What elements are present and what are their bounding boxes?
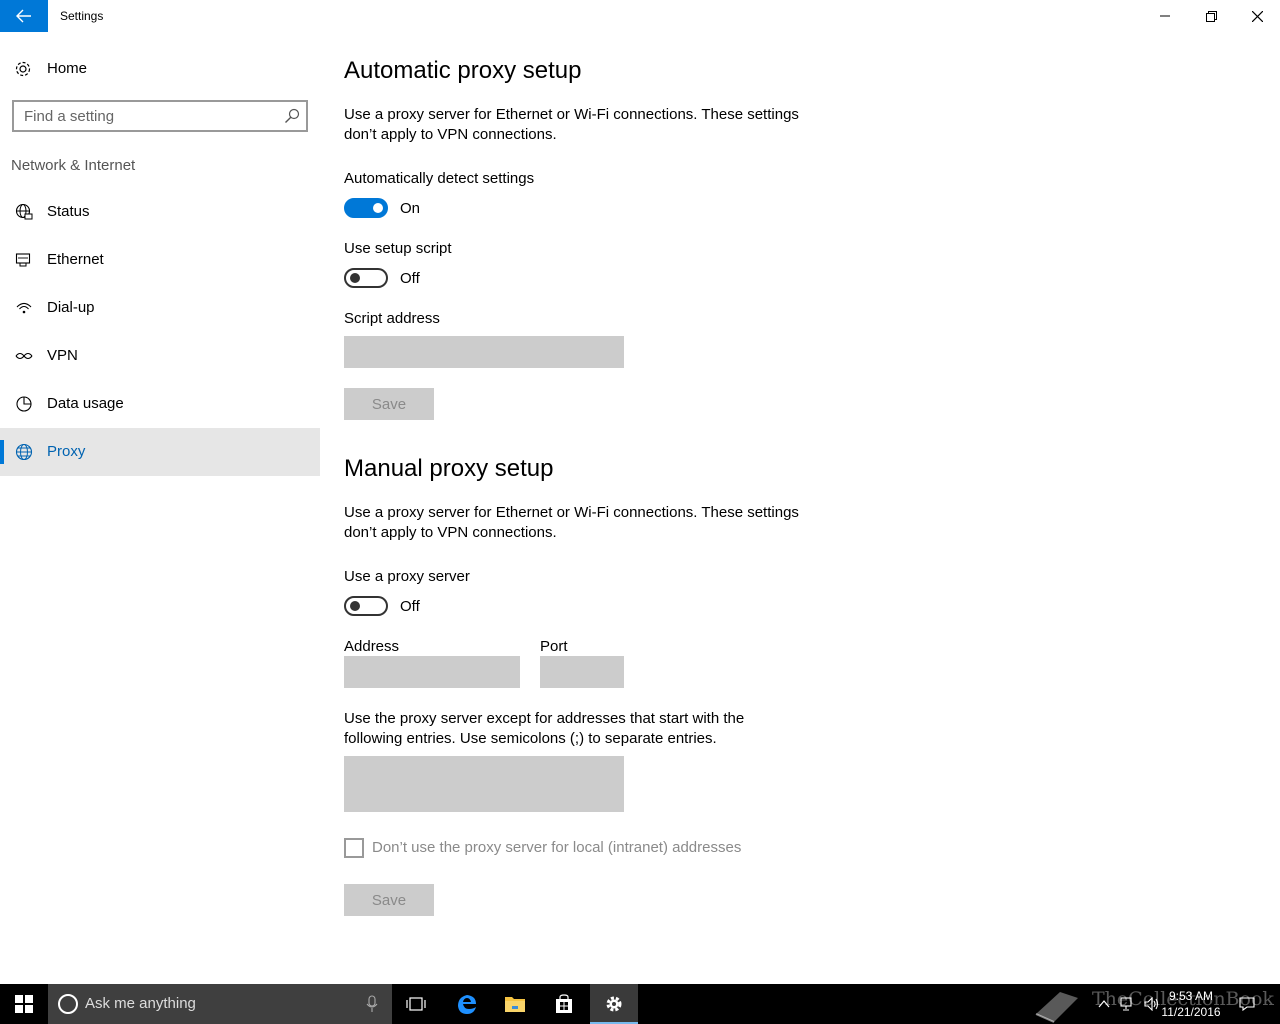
edge-taskbar-button[interactable] — [443, 984, 491, 1024]
close-icon — [1251, 10, 1263, 22]
exceptions-field[interactable] — [344, 756, 624, 812]
gear-icon — [15, 61, 31, 77]
automatic-proxy-description: Use a proxy server for Ethernet or Wi-Fi… — [344, 106, 799, 143]
action-center-button[interactable] — [1234, 984, 1260, 1024]
local-addresses-label: Don’t use the proxy server for local (in… — [372, 839, 742, 856]
toggle-knob — [350, 273, 360, 283]
taskbar: Ask me anything TheCollectionBook 9:53 A… — [0, 984, 1280, 1024]
sidebar-item-dial-up[interactable]: Dial-up — [0, 284, 320, 332]
sidebar-item-vpn[interactable]: VPN — [0, 332, 320, 380]
clock-date: 11/21/2016 — [1161, 1005, 1221, 1019]
clock-time: 9:53 AM — [1168, 989, 1214, 1003]
settings-search-input[interactable] — [14, 102, 274, 130]
automatic-proxy-heading: Automatic proxy setup — [344, 57, 582, 84]
auto-detect-label: Automatically detect settings — [344, 170, 535, 187]
store-taskbar-button[interactable] — [540, 984, 588, 1024]
title-bar: Settings — [0, 0, 1280, 32]
sidebar-item-label: Proxy — [47, 443, 86, 460]
port-field[interactable] — [540, 656, 624, 688]
use-proxy-state: Off — [400, 598, 420, 615]
dial-up-icon — [16, 302, 32, 314]
book-watermark-icon — [1035, 992, 1078, 1023]
auto-detect-toggle[interactable] — [344, 198, 388, 218]
script-address-label: Script address — [344, 310, 440, 327]
setup-script-toggle[interactable] — [344, 268, 388, 288]
minimize-button[interactable] — [1142, 0, 1188, 32]
home-nav-item[interactable]: Home — [0, 52, 320, 84]
chevron-up-icon — [1098, 1000, 1110, 1008]
sidebar-item-label: Status — [47, 203, 90, 220]
manual-proxy-heading: Manual proxy setup — [344, 455, 554, 482]
sidebar-item-label: Dial-up — [47, 299, 95, 316]
local-addresses-checkbox[interactable] — [344, 838, 364, 858]
auto-detect-state: On — [400, 200, 421, 217]
address-label: Address — [344, 638, 400, 655]
sidebar: Home Network & Internet Status Ethernet — [0, 32, 320, 984]
cortana-icon — [58, 994, 78, 1014]
back-button[interactable] — [0, 0, 48, 32]
vpn-icon — [15, 352, 33, 360]
close-button[interactable] — [1234, 0, 1280, 32]
minimize-icon — [1160, 15, 1170, 17]
data-usage-icon — [16, 396, 32, 412]
section-title: Network & Internet — [11, 157, 136, 174]
sidebar-item-proxy[interactable]: Proxy — [0, 428, 320, 476]
automatic-save-button[interactable]: Save — [344, 388, 434, 420]
network-tray-button[interactable] — [1116, 984, 1140, 1024]
manual-proxy-description: Use a proxy server for Ethernet or Wi-Fi… — [344, 504, 799, 541]
sidebar-item-label: Data usage — [47, 395, 124, 412]
use-proxy-toggle[interactable] — [344, 596, 388, 616]
sidebar-item-label: Ethernet — [47, 251, 104, 268]
settings-taskbar-button[interactable] — [590, 984, 638, 1024]
window-title: Settings — [60, 9, 104, 23]
cortana-search-box[interactable]: Ask me anything — [48, 984, 392, 1024]
toggle-knob — [350, 601, 360, 611]
globe-icon — [15, 443, 33, 461]
ethernet-icon — [15, 253, 31, 267]
edge-browser-icon — [458, 995, 476, 1014]
address-field[interactable] — [344, 656, 520, 688]
script-address-field[interactable] — [344, 336, 624, 368]
sidebar-item-data-usage[interactable]: Data usage — [0, 380, 320, 428]
exceptions-description: Use the proxy server except for addresse… — [344, 710, 745, 747]
setup-script-label: Use setup script — [344, 240, 452, 257]
gear-icon — [606, 996, 622, 1012]
toggle-knob — [373, 203, 383, 213]
microphone-icon[interactable] — [366, 995, 378, 1013]
show-hidden-icons-button[interactable] — [1092, 984, 1116, 1024]
sidebar-item-ethernet[interactable]: Ethernet — [0, 236, 320, 284]
globe-network-icon — [15, 203, 33, 220]
start-button[interactable] — [0, 984, 48, 1024]
store-bag-icon — [556, 994, 572, 1013]
windows-logo-icon — [15, 995, 33, 1013]
cortana-search-placeholder: Ask me anything — [85, 995, 196, 1012]
port-label: Port — [540, 638, 568, 655]
sidebar-item-label: VPN — [47, 347, 78, 364]
taskbar-clock[interactable]: 9:53 AM 11/21/2016 — [1156, 988, 1226, 1020]
home-label: Home — [47, 60, 88, 77]
use-proxy-label: Use a proxy server — [344, 568, 470, 585]
file-explorer-taskbar-button[interactable] — [491, 984, 539, 1024]
main-content: Automatic proxy setup Use a proxy server… — [344, 32, 1280, 984]
settings-search-box[interactable] — [12, 100, 308, 132]
network-icon — [1120, 997, 1132, 1011]
sidebar-item-status[interactable]: Status — [0, 188, 320, 236]
folder-icon — [505, 997, 525, 1012]
task-view-button[interactable] — [392, 984, 440, 1024]
manual-save-button[interactable]: Save — [344, 884, 434, 916]
back-arrow-icon — [16, 9, 31, 23]
search-icon — [285, 108, 300, 123]
setup-script-state: Off — [400, 270, 420, 287]
notification-icon — [1239, 997, 1255, 1011]
restore-icon — [1205, 10, 1217, 22]
task-view-icon — [406, 997, 426, 1011]
restore-button[interactable] — [1188, 0, 1234, 32]
